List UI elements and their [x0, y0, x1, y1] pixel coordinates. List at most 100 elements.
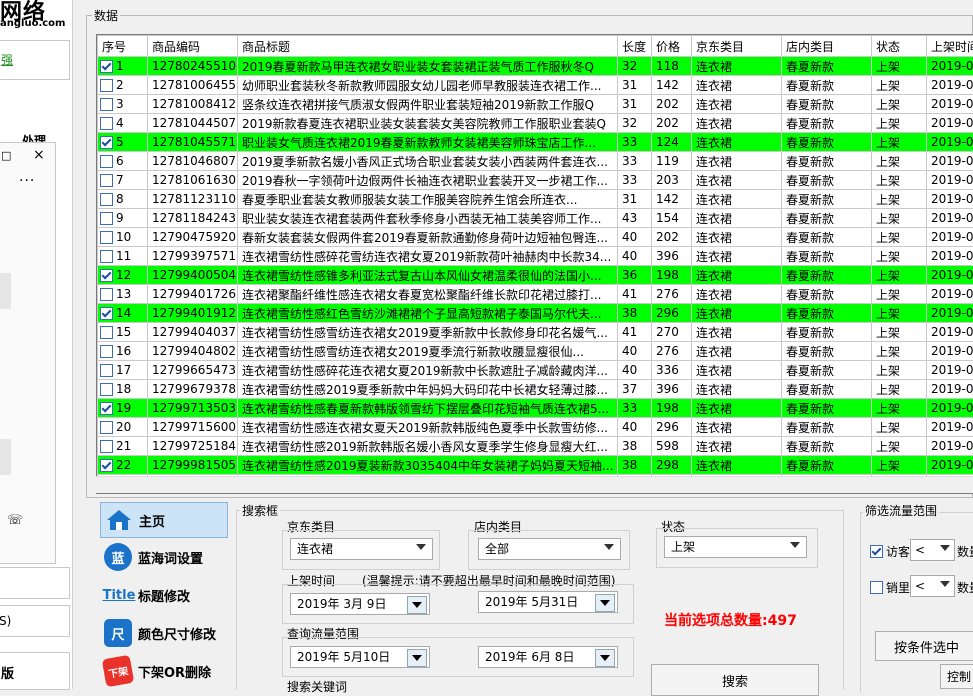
table-row[interactable]: 1212799400504连衣裙雪纺性感锥多利亚法式复古山本风仙女裙温柔很仙的法… [98, 266, 973, 285]
row-number-cell[interactable]: 6 [98, 152, 148, 171]
row-number-cell[interactable]: 9 [98, 209, 148, 228]
column-header-status[interactable]: 状态 [872, 36, 927, 57]
row-checkbox[interactable] [100, 288, 113, 301]
row-checkbox[interactable] [100, 421, 113, 434]
row-checkbox[interactable] [100, 117, 113, 130]
column-header-jd-category[interactable]: 京东类目 [692, 36, 782, 57]
control-button[interactable]: 控制 [940, 664, 973, 689]
column-header-length[interactable]: 长度 [618, 36, 652, 57]
row-number-cell[interactable]: 2 [98, 76, 148, 95]
row-number-cell[interactable]: 19 [98, 399, 148, 418]
nav-title-edit[interactable]: Title 标题修改 [100, 578, 226, 612]
jd-category-select[interactable]: 连衣裙 [290, 538, 433, 560]
table-row[interactable]: 512781045571职业装女气质连衣裙2019春夏新款教师女装裙美容师珠宝店… [98, 133, 973, 152]
row-checkbox[interactable] [100, 60, 113, 73]
visitor-operator-select[interactable]: < [910, 539, 955, 561]
column-header-code[interactable]: 商品编码 [148, 36, 238, 57]
row-checkbox[interactable] [100, 307, 113, 320]
phone-icon[interactable]: ☏ [7, 513, 23, 528]
table-row[interactable]: 1112799397571连衣裙雪纺性感碎花雪纺连衣裙女夏2019新款荷叶袖赫肉… [98, 247, 973, 266]
row-number-cell[interactable]: 1 [98, 57, 148, 76]
row-checkbox[interactable] [100, 212, 113, 225]
nav-delist-delete[interactable]: 下架 下架OR删除 [100, 654, 226, 688]
calendar-dropdown-icon[interactable] [595, 594, 615, 612]
row-checkbox[interactable] [100, 79, 113, 92]
table-row[interactable]: 1312799401726连衣裙聚酯纤维性感连衣裙女春夏宽松聚酯纤维长款印花裙过… [98, 285, 973, 304]
horizontal-scrollbar[interactable] [96, 476, 973, 493]
search-button[interactable]: 搜索 [651, 664, 819, 696]
row-number-cell[interactable]: 24 [98, 494, 148, 495]
calendar-dropdown-icon[interactable] [407, 649, 427, 667]
row-checkbox[interactable] [100, 345, 113, 358]
table-row[interactable]: 1912799713503连衣裙雪纺性感春夏新款韩版领雪纺下摆层叠印花短袖气质连… [98, 399, 973, 418]
row-checkbox[interactable] [100, 193, 113, 206]
column-header-price[interactable]: 价格 [652, 36, 692, 57]
table-row[interactable]: 312781008412竖条纹连衣裙拼接气质淑女假两件职业套装短袖2019新款工… [98, 95, 973, 114]
table-row[interactable]: 912781184243职业装女装连衣裙套装两件套秋季修身小西装无袖工装美容师工… [98, 209, 973, 228]
row-checkbox[interactable] [100, 250, 113, 263]
status-select[interactable]: 上架 [664, 536, 807, 558]
traffic-to-picker[interactable]: 2019年 6月 8日 [478, 646, 618, 668]
table-row[interactable]: 2212799981505连衣裙雪纺性感2019夏装新款3035404中年女装裙… [98, 456, 973, 475]
close-icon[interactable]: × [33, 147, 45, 163]
row-checkbox[interactable] [100, 98, 113, 111]
row-number-cell[interactable]: 21 [98, 437, 148, 456]
row-number-cell[interactable]: 4 [98, 114, 148, 133]
row-number-cell[interactable]: 5 [98, 133, 148, 152]
row-checkbox[interactable] [100, 383, 113, 396]
row-number-cell[interactable]: 8 [98, 190, 148, 209]
column-header-list-time[interactable]: 上架时间 [927, 36, 973, 57]
table-row[interactable]: 1812799679378连衣裙雪纺性感2019夏季新款中年妈妈大码印花中长裙女… [98, 380, 973, 399]
side-tab[interactable] [0, 273, 11, 309]
table-row[interactable]: 7127810616302019春秋一字领荷叶边假两件长袖连衣裙职业套装开叉一步… [98, 171, 973, 190]
table-row[interactable]: 6127810468072019夏季新款名媛小香风正式场合职业套装女装小西装两件… [98, 152, 973, 171]
table-row[interactable]: 1127802455102019春夏新款马甲连衣裙女职业装女套装裙正装气质工作服… [98, 57, 973, 76]
list-time-to-picker[interactable]: 2019年 5月31日 [478, 591, 618, 613]
side-tab[interactable] [0, 439, 11, 475]
calendar-dropdown-icon[interactable] [595, 649, 615, 667]
nav-keyword-settings[interactable]: 蓝 蓝海词设置 [100, 540, 226, 574]
left-link-box[interactable]: 强 [0, 40, 70, 80]
table-row[interactable]: 1412799401912连衣裙雪纺性感红色雪纺沙滩裙裙个子显高短款裙子泰国马尔… [98, 304, 973, 323]
row-checkbox[interactable] [100, 155, 113, 168]
left-link[interactable]: 强 [1, 51, 13, 68]
row-checkbox[interactable] [100, 136, 113, 149]
sales-operator-select[interactable]: < [910, 575, 955, 597]
table-row[interactable]: 812781123110春夏季职业套装女教师服装女装工作服美容院养生馆会所连衣.… [98, 190, 973, 209]
row-checkbox[interactable] [100, 402, 113, 415]
row-number-cell[interactable]: 11 [98, 247, 148, 266]
row-number-cell[interactable]: 12 [98, 266, 148, 285]
table-row[interactable]: 1712799665473连衣裙雪纺性感碎花连衣裙女夏2019新款中长款遮肚子减… [98, 361, 973, 380]
row-checkbox[interactable] [100, 459, 113, 472]
window-restore-icon[interactable]: □ [1, 149, 11, 162]
list-time-from-picker[interactable]: 2019年 3月 9日 [290, 593, 430, 615]
table-row[interactable]: 1612799404802连衣裙雪纺性感雪纺连衣裙女2019夏季流行新款收腰显瘦… [98, 342, 973, 361]
product-table[interactable]: 序号 商品编码 商品标题 长度 价格 京东类目 店内类目 状态 上架时间 112… [96, 34, 973, 494]
row-number-cell[interactable]: 16 [98, 342, 148, 361]
shop-category-select[interactable]: 全部 [478, 538, 621, 560]
table-row[interactable]: 4127810445072019新款春夏连衣裙职业装女装套装女美容院教师工作服职… [98, 114, 973, 133]
left-box-ban[interactable]: 版 [0, 652, 70, 690]
sales-checkbox[interactable] [870, 581, 883, 594]
table-row[interactable]: 1012790475920春新女装套装女假两件套2019春夏新款通勤修身荷叶边短… [98, 228, 973, 247]
table-row[interactable]: 2012799715600连衣裙雪纺性感连衣裙女夏天2019新款韩版纯色夏季中长… [98, 418, 973, 437]
table-row[interactable]: 2412800043304连衣裙雪纺性感2019新款女装春夏连衣裙大码修身显瘦中… [98, 494, 973, 495]
row-checkbox[interactable] [100, 326, 113, 339]
row-number-cell[interactable]: 17 [98, 361, 148, 380]
row-number-cell[interactable]: 14 [98, 304, 148, 323]
column-header-no[interactable]: 序号 [98, 36, 148, 57]
nav-color-size[interactable]: 尺 颜色尺寸修改 [100, 616, 226, 650]
row-checkbox[interactable] [100, 174, 113, 187]
row-number-cell[interactable]: 7 [98, 171, 148, 190]
more-icon[interactable]: ··· [19, 173, 35, 189]
row-number-cell[interactable]: 3 [98, 95, 148, 114]
row-checkbox[interactable] [100, 231, 113, 244]
row-number-cell[interactable]: 13 [98, 285, 148, 304]
table-row[interactable]: 212781006455幼师职业套装秋冬新款教师园服女幼儿园老师早教服装连衣裙工… [98, 76, 973, 95]
row-number-cell[interactable]: 15 [98, 323, 148, 342]
column-header-shop-category[interactable]: 店内类目 [782, 36, 872, 57]
row-number-cell[interactable]: 10 [98, 228, 148, 247]
row-checkbox[interactable] [100, 269, 113, 282]
row-number-cell[interactable]: 22 [98, 456, 148, 475]
nav-home[interactable]: 主页 [100, 502, 228, 538]
